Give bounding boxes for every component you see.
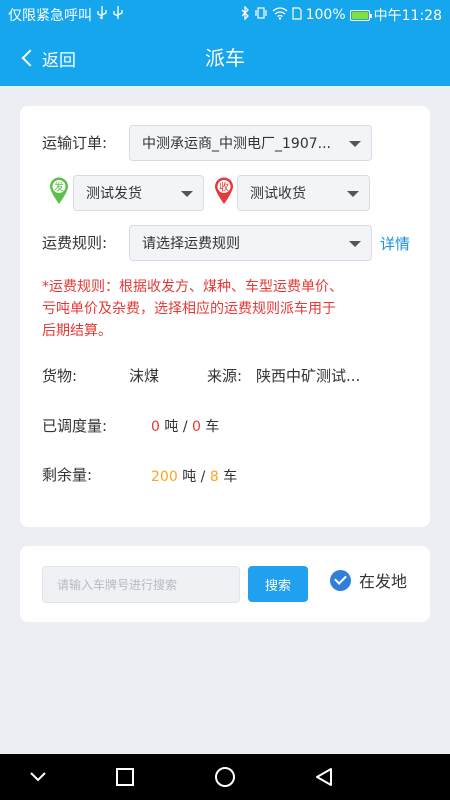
receive-value: 测试收货 xyxy=(250,186,306,202)
nav-bar: 返回 派车 xyxy=(0,30,450,86)
status-left: 仅限紧急呼叫 xyxy=(8,5,124,25)
note-line: 后期结算。 xyxy=(42,323,112,339)
dropdown-caret-icon xyxy=(347,191,359,197)
remaining-tons: 200 xyxy=(151,469,178,485)
goods-value: 沫煤 xyxy=(129,367,160,385)
dispatched-quantity: 0 吨 / 0 车 xyxy=(151,416,219,436)
send-pin-icon: 发 xyxy=(49,177,69,205)
plate-search-input[interactable] xyxy=(42,566,240,603)
vibrate-icon xyxy=(254,6,268,24)
order-select[interactable]: 中测承运商_中测电厂_1907... xyxy=(129,125,372,161)
clock-text: 中午11:28 xyxy=(373,8,442,24)
dispatched-tons: 0 xyxy=(151,419,160,435)
status-bar: 仅限紧急呼叫 100% 中午11:28 xyxy=(0,0,450,30)
freight-select[interactable]: 请选择运费规则 xyxy=(129,225,372,261)
order-label: 运输订单: xyxy=(42,134,108,152)
note-line: 亏吨单价及杂费，选择相应的运费规则派车用于 xyxy=(42,301,336,317)
receive-pin-icon: 收 xyxy=(214,177,234,205)
send-value: 测试发货 xyxy=(86,186,142,202)
goods-label: 货物: xyxy=(42,367,78,385)
check-circle-icon xyxy=(330,569,351,591)
bluetooth-icon xyxy=(241,5,250,24)
usb-icon xyxy=(112,6,124,24)
order-value: 中测承运商_中测电厂_1907... xyxy=(142,136,331,152)
freight-label: 运费规则: xyxy=(42,234,108,252)
freight-value: 请选择运费规则 xyxy=(142,236,240,252)
freight-rule-note: *运费规则：根据收发方、煤种、车型运费单价、 亏吨单价及杂费，选择相应的运费规则… xyxy=(42,276,402,342)
dropdown-caret-icon xyxy=(349,241,361,247)
nav-down-icon[interactable] xyxy=(8,754,68,800)
remaining-cars: 8 xyxy=(209,469,219,485)
at-origin-label: 在发地 xyxy=(359,572,408,591)
dropdown-caret-icon xyxy=(181,191,193,197)
dropdown-caret-icon xyxy=(349,141,361,147)
note-line: *运费规则：根据收发方、煤种、车型运费单价、 xyxy=(42,279,343,295)
usb-icon xyxy=(96,6,108,24)
sim-icon xyxy=(292,6,302,24)
page-title: 派车 xyxy=(205,46,245,70)
freight-detail-link[interactable]: 详情 xyxy=(380,233,410,254)
nav-back-icon[interactable] xyxy=(294,754,354,800)
battery-percent: 100% xyxy=(305,7,346,23)
remaining-label: 剩余量: xyxy=(42,466,93,484)
car-unit: 车 xyxy=(205,419,220,435)
carrier-text: 仅限紧急呼叫 xyxy=(8,8,92,24)
dispatched-cars: 0 xyxy=(192,419,201,435)
car-unit: 车 xyxy=(223,469,238,485)
at-origin-checkbox[interactable]: 在发地 xyxy=(330,568,407,592)
dispatch-form-card: 运输订单: 中测承运商_中测电厂_1907... 发 测试发货 收 测试收货 运… xyxy=(20,106,430,527)
send-pin-text: 发 xyxy=(54,181,64,194)
source-value: 陕西中矿测试... xyxy=(256,367,361,385)
receive-pin-text: 收 xyxy=(219,181,229,194)
ton-unit: 吨 / xyxy=(182,469,206,485)
status-right: 100% 中午11:28 xyxy=(241,5,442,25)
nav-recents-icon[interactable] xyxy=(95,754,155,800)
send-select[interactable]: 测试发货 xyxy=(73,175,204,211)
vehicle-search-card: 搜索 在发地 xyxy=(20,546,430,622)
system-nav-bar xyxy=(0,754,450,800)
wifi-icon xyxy=(272,6,288,24)
ton-unit: 吨 / xyxy=(164,419,188,435)
dispatched-label: 已调度量: xyxy=(42,417,108,435)
remaining-quantity: 200 吨 / 8 车 xyxy=(151,466,237,486)
nav-home-icon[interactable] xyxy=(195,754,255,800)
source-label: 来源: xyxy=(207,367,243,385)
battery-icon xyxy=(349,9,372,21)
receive-select[interactable]: 测试收货 xyxy=(237,175,370,211)
search-button[interactable]: 搜索 xyxy=(248,566,308,602)
